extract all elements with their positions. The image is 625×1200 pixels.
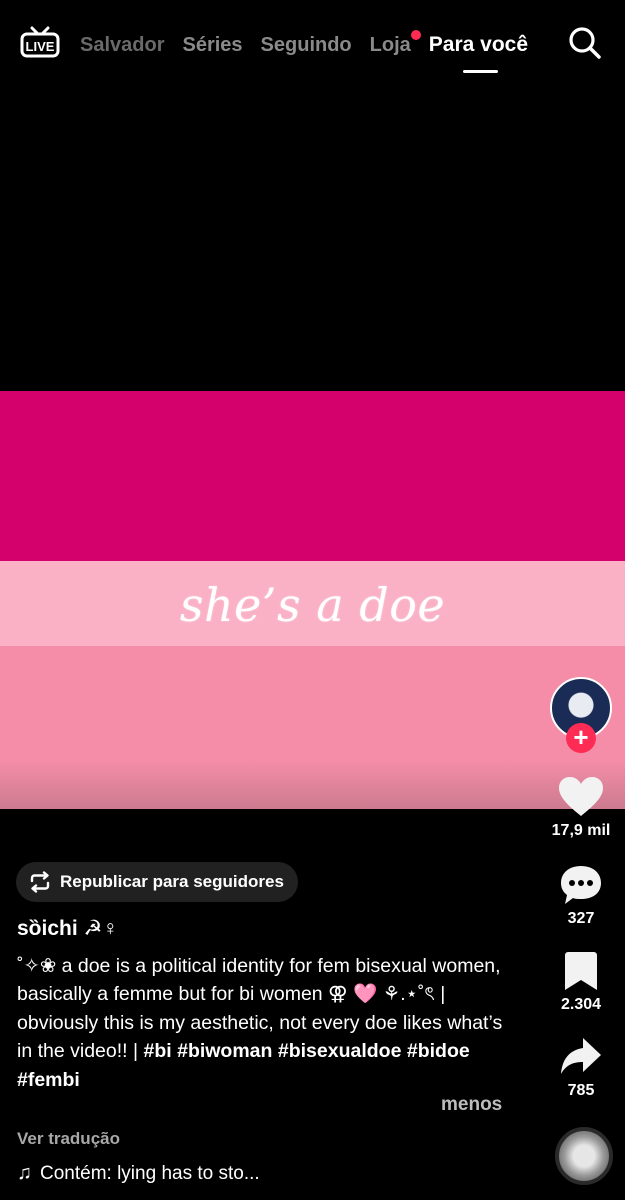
hashtag[interactable]: #bisexualdoe: [278, 1040, 402, 1062]
share-count: 785: [567, 1082, 595, 1099]
creator-username[interactable]: sȍichi ☭♀: [17, 916, 118, 941]
flag-stripe-pink: [0, 646, 625, 809]
tab-following[interactable]: Seguindo: [261, 34, 352, 57]
music-note-icon: ♫: [17, 1162, 32, 1184]
top-navigation: LIVE Salvador Séries Seguindo Loja Para …: [0, 0, 625, 86]
tab-for-you[interactable]: Para você: [429, 33, 528, 57]
video-description: ˚✧❀ a doe is a political identity for fe…: [17, 952, 517, 1094]
comment-button[interactable]: 327: [545, 864, 617, 928]
video-overlay-text: she’s a doe: [179, 578, 446, 632]
live-tv-icon[interactable]: LIVE: [20, 26, 60, 62]
feed-tabs: Salvador Séries Seguindo Loja Para você: [80, 29, 546, 60]
share-button[interactable]: 785: [545, 1036, 617, 1100]
hashtag[interactable]: #fembi: [17, 1069, 80, 1091]
hashtag[interactable]: #bi: [143, 1040, 171, 1062]
comment-count: 327: [567, 910, 595, 927]
follow-button[interactable]: +: [566, 723, 596, 753]
tab-salvador[interactable]: Salvador: [80, 34, 164, 57]
music-info[interactable]: ♫ Contém: lying has to sto...: [17, 1162, 260, 1185]
show-less-button[interactable]: menos: [441, 1094, 502, 1116]
tab-series[interactable]: Séries: [182, 34, 242, 57]
flag-stripe-magenta: [0, 391, 625, 561]
like-count: 17,9 mil: [551, 822, 611, 839]
bookmark-icon: [565, 952, 597, 990]
comment-bubble-icon: [561, 866, 601, 904]
tab-shop[interactable]: Loja: [369, 29, 421, 57]
svg-text:LIVE: LIVE: [26, 39, 55, 54]
music-disc[interactable]: [555, 1127, 613, 1185]
repost-label: Republicar para seguidores: [60, 872, 284, 891]
tab-shop-label: Loja: [369, 33, 411, 56]
notification-dot: [410, 29, 421, 40]
repost-button[interactable]: Republicar para seguidores: [16, 862, 298, 902]
heart-icon: [559, 777, 603, 816]
save-button[interactable]: 2.304: [545, 950, 617, 1014]
share-arrow-icon: [561, 1038, 601, 1074]
music-title: Contém: lying has to sto...: [40, 1162, 260, 1184]
save-count: 2.304: [560, 996, 602, 1013]
translate-link[interactable]: Ver tradução: [17, 1129, 120, 1149]
like-button[interactable]: 17,9 mil: [545, 776, 617, 840]
tiktok-feed-screen: she’s a doe LIVE Salvador Séries Seguind…: [0, 0, 625, 1200]
repost-icon: [30, 871, 50, 893]
hashtag[interactable]: #bidoe: [407, 1040, 470, 1062]
hashtag[interactable]: #biwoman: [177, 1040, 272, 1062]
search-icon[interactable]: [568, 26, 602, 60]
active-tab-indicator: [463, 70, 498, 73]
